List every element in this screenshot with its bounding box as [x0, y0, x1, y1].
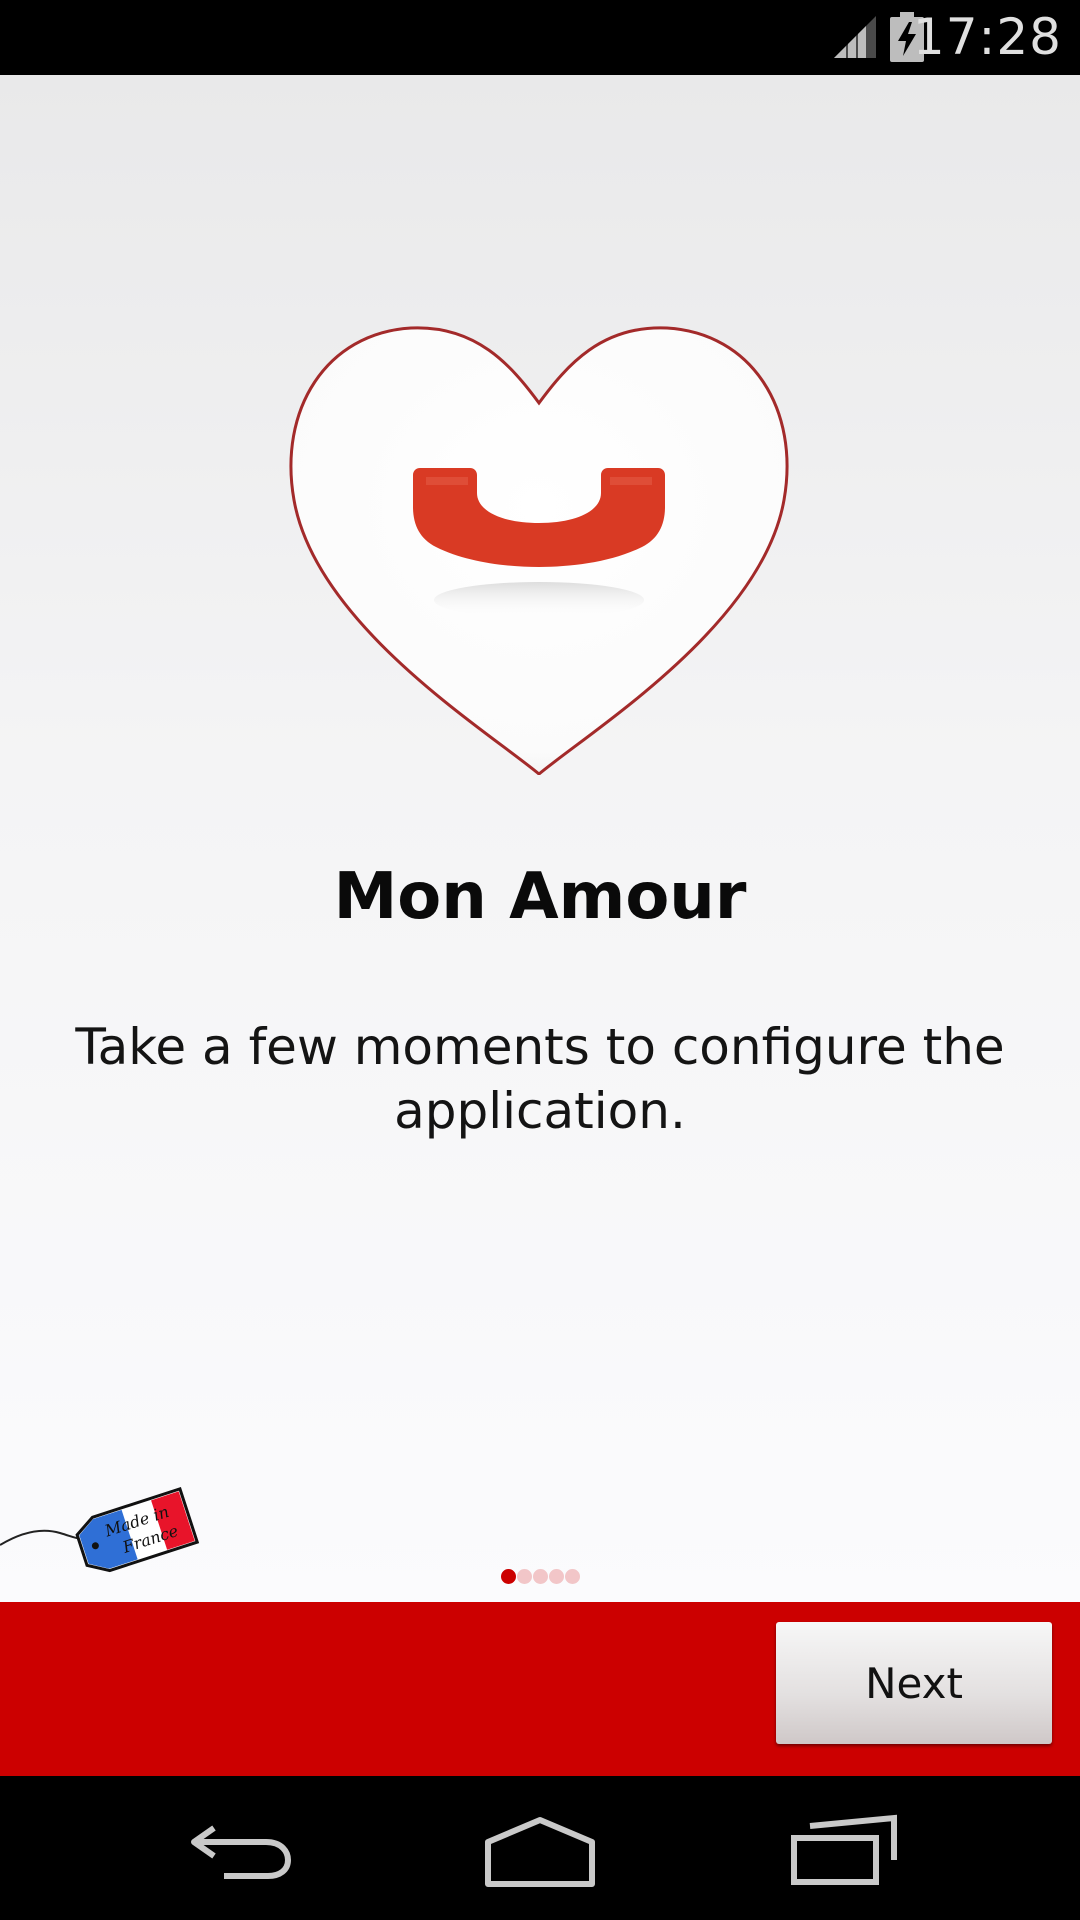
action-bar: Next	[0, 1602, 1080, 1776]
next-button[interactable]: Next	[776, 1622, 1052, 1744]
navigation-bar	[0, 1776, 1080, 1920]
page-dot-5	[564, 1569, 580, 1584]
app-title: Mon Amour	[333, 860, 747, 934]
page-dot-4	[548, 1569, 564, 1584]
screen: 17:28 Mon Amour Take a few moments to co…	[0, 0, 1080, 1920]
page-dot-2	[516, 1569, 532, 1584]
recents-icon[interactable]	[782, 1798, 902, 1898]
home-icon[interactable]	[480, 1798, 600, 1898]
back-icon[interactable]	[180, 1798, 300, 1898]
page-dot-1	[500, 1569, 516, 1584]
heart-phone-icon	[289, 326, 789, 775]
status-time: 17:28	[912, 8, 1062, 66]
status-bar: 17:28	[0, 0, 1080, 75]
onboarding-content: Mon Amour Take a few moments to configur…	[0, 75, 1080, 1602]
onboarding-description: Take a few moments to configure the appl…	[75, 1018, 1005, 1140]
made-in-france-tag-icon: Made in France	[0, 1486, 200, 1573]
page-dot-3	[532, 1569, 548, 1584]
page-indicator	[0, 1569, 1080, 1585]
signal-icon	[834, 16, 876, 58]
